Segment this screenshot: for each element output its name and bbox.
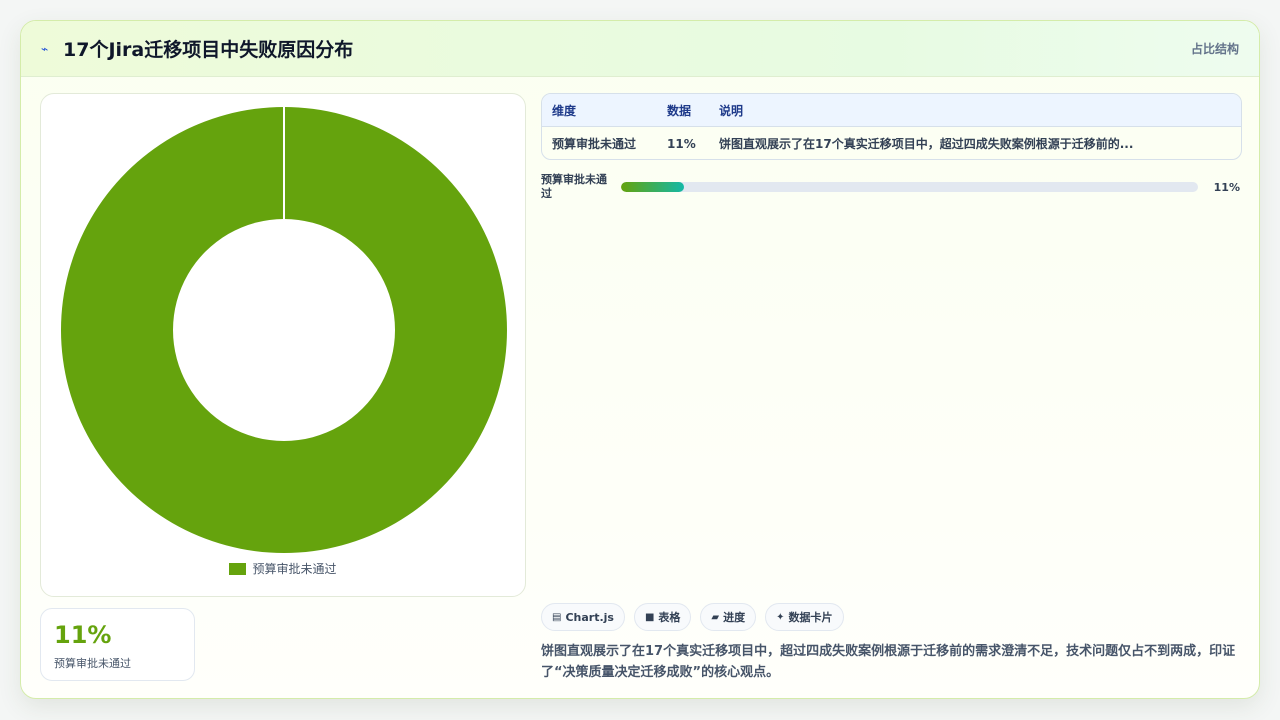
progress-track — [621, 182, 1198, 192]
table-cell-dimension: 预算审批未通过 — [552, 137, 637, 151]
progress-fill — [621, 182, 685, 192]
progress-icon: ▰ — [711, 611, 720, 623]
chart-icon: ▤ — [552, 611, 562, 623]
card-header: ⌁ 17个Jira迁移项目中失败原因分布 占比结构 — [21, 21, 1259, 77]
chip-label: 进度 — [723, 611, 746, 624]
table-row: 预算审批未通过 11% 饼图直观展示了在17个真实迁移项目中，超过四成失败案例根… — [542, 127, 1241, 159]
donut-chart-panel: 预算审批未通过 — [40, 93, 526, 597]
progress-row: 预算审批未通过 11% — [541, 173, 1242, 203]
chip-chartjs[interactable]: ▤ Chart.js — [541, 603, 625, 631]
table-header-dimension: 维度 — [552, 103, 577, 118]
legend-label: 预算审批未通过 — [252, 562, 337, 576]
chip-progress[interactable]: ▰ 进度 — [700, 603, 757, 631]
progress-value: 11% — [1213, 181, 1240, 194]
table-icon: ■ — [644, 611, 655, 623]
chip-table[interactable]: ■ 表格 — [633, 603, 692, 631]
feature-chips: ▤ Chart.js ■ 表格 ▰ 进度 ✦ 数据卡片 — [541, 603, 844, 631]
table-header-desc: 说明 — [719, 103, 744, 118]
chip-label: 数据卡片 — [788, 611, 833, 624]
donut-chart — [60, 107, 507, 553]
chip-label: Chart.js — [565, 610, 614, 624]
table-header-row: 维度 数据 说明 — [542, 94, 1241, 127]
sparkle-icon: ✦ — [776, 611, 785, 623]
stat-label: 预算审批未通过 — [54, 657, 131, 670]
table-cell-data: 11% — [667, 136, 696, 151]
chip-label: 表格 — [658, 611, 681, 624]
data-table: 维度 数据 说明 预算审批未通过 11% 饼图直观展示了在17个真实迁移项目中，… — [541, 93, 1242, 160]
chart-card: ⌁ 17个Jira迁移项目中失败原因分布 占比结构 预算审批未通过 11% 预算… — [20, 20, 1260, 699]
stat-card: 11% 预算审批未通过 — [40, 608, 195, 681]
card-title: 17个Jira迁移项目中失败原因分布 — [63, 39, 354, 61]
stat-value: 11% — [54, 621, 112, 649]
table-cell-desc: 饼图直观展示了在17个真实迁移项目中，超过四成失败案例根源于迁移前的... — [719, 137, 1134, 151]
description-text: 饼图直观展示了在17个真实迁移项目中，超过四成失败案例根源于迁移前的需求澄清不足… — [541, 644, 1236, 680]
chart-type-tag: 占比结构 — [1190, 42, 1239, 56]
legend-swatch — [229, 562, 247, 575]
progress-label: 预算审批未通过 — [541, 173, 607, 200]
chart-legend[interactable]: 预算审批未通过 — [41, 560, 525, 577]
table-header-data: 数据 — [667, 103, 692, 118]
chip-data-card[interactable]: ✦ 数据卡片 — [765, 603, 844, 631]
sparkline-icon: ⌁ — [41, 41, 49, 56]
